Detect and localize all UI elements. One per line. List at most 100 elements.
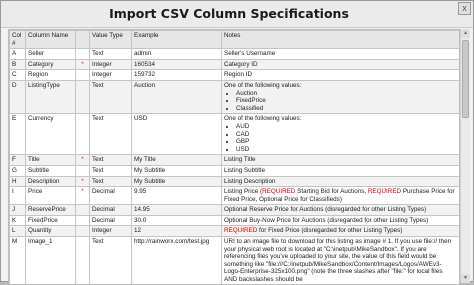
cell-value-type: Integer — [89, 69, 132, 81]
cell-col: I — [9, 186, 26, 206]
cell-column-name: Description — [25, 175, 76, 188]
cell-required — [75, 164, 90, 177]
cell-column-name: Title — [25, 154, 76, 166]
cell-column-name: ReservePrice — [25, 204, 76, 216]
table-row: C Region Integer 159732 Region ID — [9, 69, 459, 81]
cell-notes: One of the following values:AUDCADGBPUSD — [221, 113, 459, 156]
cell-col: H — [9, 175, 26, 188]
notes-text: Listing Price ( — [224, 188, 263, 196]
spec-table: Col # Column Name Value Type Example Not… — [9, 30, 459, 284]
table-header-row: Col # Column Name Value Type Example Not… — [9, 30, 459, 50]
cell-col: C — [9, 69, 26, 81]
cell-notes: REQUIRED for Fixed Price (disregarded fo… — [221, 225, 459, 238]
cell-example: 159732 — [131, 69, 222, 81]
cell-col: A — [9, 48, 26, 60]
required-flag: REQUIRED — [367, 188, 402, 196]
cell-col: J — [9, 204, 26, 216]
required-flag: REQUIRED — [262, 188, 296, 196]
close-button[interactable]: x — [458, 2, 471, 15]
value-options-list: AUDCADGBPUSD — [236, 123, 457, 153]
notes-text: Optional Buy-Now Price for Auctions (dis… — [224, 216, 429, 224]
cell-example: Auction — [131, 79, 222, 115]
cell-value-type: Text — [89, 236, 132, 284]
notes-text: Listing Description — [224, 177, 276, 185]
cell-value-type: Text — [89, 164, 132, 177]
cell-value-type: Text — [89, 113, 132, 156]
cell-column-name: Quantity — [25, 225, 76, 238]
cell-column-name: Price — [25, 186, 76, 206]
cell-required: * — [75, 186, 90, 206]
cell-required — [75, 204, 90, 216]
cell-example: 12 — [131, 225, 222, 238]
cell-column-name: FixedPrice — [25, 214, 76, 227]
cell-required — [75, 225, 90, 238]
cell-required: * — [75, 175, 90, 188]
cell-notes: Optional Buy-Now Price for Auctions (dis… — [221, 214, 459, 227]
notes-text: Region ID — [224, 71, 253, 79]
cell-col: G — [9, 164, 26, 177]
cell-value-type: Text — [89, 175, 132, 188]
cell-required — [75, 236, 90, 284]
table-row: A Seller Text admin Seller's Username — [9, 48, 459, 60]
cell-notes: Category ID — [221, 58, 459, 71]
cell-value-type: Text — [89, 48, 132, 60]
header-column-name: Column Name — [25, 30, 76, 50]
import-csv-dialog: Import CSV Column Specifications x Col #… — [0, 0, 474, 285]
cell-col: L — [9, 225, 26, 238]
cell-column-name: Region — [25, 69, 76, 81]
value-option: USD — [236, 146, 457, 154]
table-row: D ListingType Text Auction One of the follow… — [9, 79, 459, 115]
header-example: Example — [131, 30, 222, 50]
cell-example: USD — [131, 113, 222, 156]
table-row: B Category * Integer 160534 Category ID — [9, 58, 459, 71]
cell-notes: Region ID — [221, 69, 459, 81]
cell-example: My Title — [131, 154, 222, 166]
notes-text: One of the following values: — [224, 81, 302, 89]
notes-text: Listing Subtitle — [224, 166, 265, 174]
cell-required — [75, 69, 90, 81]
cell-col: D — [9, 79, 26, 115]
cell-col: B — [9, 58, 26, 71]
cell-notes: Optional Reserve Price for Auctions (dis… — [221, 204, 459, 216]
cell-value-type: Decimal — [89, 186, 132, 206]
header-notes: Notes — [221, 30, 459, 50]
table-row: H Description * Text My Subtitle Listing Desc… — [9, 175, 459, 188]
cell-value-type: Integer — [89, 225, 132, 238]
cell-column-name: Seller — [25, 48, 76, 60]
cell-required — [75, 214, 90, 227]
cell-notes: Listing Price (REQUIRED Starting Bid for… — [221, 186, 459, 206]
scroll-thumb[interactable] — [462, 40, 469, 118]
dialog-title: Import CSV Column Specifications — [109, 6, 349, 21]
notes-text: Optional Reserve Price for Auctions (dis… — [224, 206, 427, 214]
value-option: FixedPrice — [236, 97, 457, 105]
cell-required — [75, 113, 90, 156]
cell-required — [75, 79, 90, 115]
cell-example: My Subtitle — [131, 164, 222, 177]
notes-text: Category ID — [224, 60, 258, 68]
value-option: GBP — [236, 138, 457, 146]
cell-notes: One of the following values:AuctionFixed… — [221, 79, 459, 115]
required-flag: REQUIRED — [224, 227, 258, 235]
table-body: A Seller Text admin Seller's Username B Catego… — [9, 48, 459, 284]
notes-text: One of the following values: — [224, 115, 302, 123]
cell-notes: Listing Subtitle — [221, 164, 459, 177]
value-options-list: AuctionFixedPriceClassified — [236, 90, 457, 113]
cell-example: 14.95 — [131, 204, 222, 216]
value-option: AUD — [236, 123, 457, 131]
cell-notes: Seller's Username — [221, 48, 459, 60]
table-row: J ReservePrice Decimal 14.95 Optional Reserv… — [9, 204, 459, 216]
cell-notes: Listing Description — [221, 175, 459, 188]
value-option: Classified — [236, 105, 457, 113]
cell-example: admin — [131, 48, 222, 60]
table-row: L Quantity Integer 12 REQUIRED for Fixed Pri… — [9, 225, 459, 238]
table-row: E Currency Text USD One of the following val… — [9, 113, 459, 156]
header-col: Col # — [9, 30, 26, 50]
cell-notes: URI to an image file to download for thi… — [221, 236, 459, 284]
cell-column-name: ListingType — [25, 79, 76, 115]
table-row: G Subtitle Text My Subtitle Listing Subtitle — [9, 164, 459, 177]
cell-value-type: Decimal — [89, 214, 132, 227]
cell-column-name: Subtitle — [25, 164, 76, 177]
vertical-scrollbar[interactable]: ▲ ▼ — [460, 29, 470, 283]
scroll-up-arrow-icon[interactable]: ▲ — [461, 29, 470, 38]
cell-example: 30.0 — [131, 214, 222, 227]
